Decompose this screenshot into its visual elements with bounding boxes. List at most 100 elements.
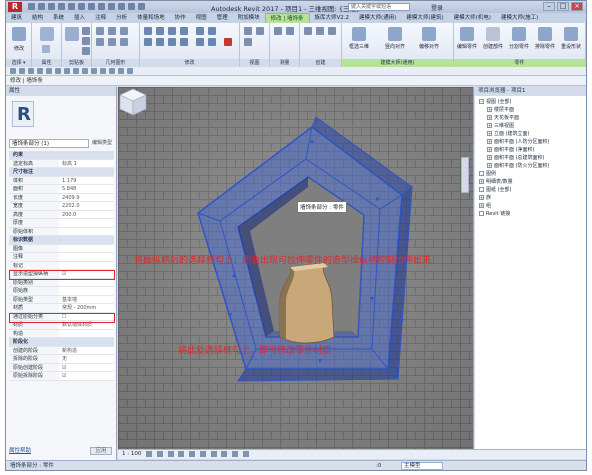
property-row[interactable]: 构造: [9, 329, 114, 338]
property-row[interactable]: 原始拆除阶段 ☑: [9, 372, 114, 381]
section-icon[interactable]: [108, 3, 115, 10]
property-value[interactable]: 2202.0: [59, 202, 114, 210]
text-icon[interactable]: [88, 3, 95, 10]
tab-massing[interactable]: 体量和场地: [132, 13, 170, 23]
property-row[interactable]: 注释: [9, 253, 114, 262]
align-icon[interactable]: [144, 27, 152, 35]
apply-button[interactable]: 应用: [90, 447, 112, 455]
detail-level-icon[interactable]: [146, 450, 153, 457]
show-crop-icon[interactable]: [210, 450, 217, 457]
redo-icon[interactable]: [58, 3, 65, 10]
vertical-align-icon[interactable]: [388, 27, 402, 41]
shadows-icon[interactable]: [178, 450, 185, 457]
property-value[interactable]: [59, 253, 114, 261]
property-value[interactable]: 常规 - 200mm: [59, 304, 114, 312]
mirror-icon[interactable]: [168, 27, 176, 35]
tab-modeling-construction[interactable]: 建模大师(施工): [496, 13, 543, 23]
box-3d-icon[interactable]: [352, 27, 366, 41]
match-icon[interactable]: [82, 47, 90, 55]
undo-icon[interactable]: [37, 68, 43, 74]
property-row[interactable]: 选定标高 标高 1: [9, 159, 114, 168]
trim-icon[interactable]: [180, 38, 188, 46]
save-icon[interactable]: [19, 68, 25, 74]
split-face-icon[interactable]: [96, 38, 104, 46]
switch-windows-icon[interactable]: [138, 3, 145, 10]
render-icon[interactable]: [189, 450, 196, 457]
cut-icon[interactable]: [82, 27, 90, 35]
property-row[interactable]: 原始族: [9, 287, 114, 296]
close-views-icon[interactable]: [128, 3, 135, 10]
property-value[interactable]: ☑: [59, 372, 114, 380]
property-row[interactable]: 原始类型 基本墙: [9, 295, 114, 304]
property-value[interactable]: 无: [59, 355, 114, 363]
save-icon[interactable]: [38, 3, 45, 10]
reset-shape-icon[interactable]: [564, 27, 578, 41]
scale-label[interactable]: 1 : 100: [122, 451, 141, 457]
tab-view[interactable]: 视图: [191, 13, 212, 23]
viewcube[interactable]: [118, 87, 148, 117]
open-icon[interactable]: [28, 3, 35, 10]
exclude-parts-icon[interactable]: [538, 27, 552, 41]
property-value[interactable]: 5.848: [59, 185, 114, 193]
sync-icon[interactable]: [28, 68, 34, 74]
active-workset-select[interactable]: 主模型: [401, 462, 443, 470]
property-value[interactable]: 2409.9: [59, 193, 114, 201]
property-row[interactable]: 厚度: [9, 219, 114, 228]
property-value[interactable]: [59, 329, 114, 337]
property-category[interactable]: 标识数据: [9, 236, 114, 245]
browser-item[interactable]: + 立面 (建筑立面): [487, 131, 530, 138]
property-row[interactable]: 面积 5.848: [9, 185, 114, 194]
browser-item[interactable]: + 面积平面 (总建筑面积): [487, 155, 545, 162]
browser-item[interactable]: + 族: [479, 195, 491, 202]
navigation-bar[interactable]: [461, 157, 469, 193]
undo-icon[interactable]: [48, 3, 55, 10]
property-value[interactable]: [59, 227, 114, 235]
tab-analyze[interactable]: 分析: [111, 13, 132, 23]
tab-architecture[interactable]: 建筑: [6, 13, 27, 23]
property-row[interactable]: 拆除的阶段 无: [9, 355, 114, 364]
dimension-icon[interactable]: [286, 27, 294, 35]
tree-toggle-icon[interactable]: [479, 187, 484, 192]
browser-item[interactable]: 图纸 (全部): [479, 187, 512, 194]
tab-modeling-general[interactable]: 建模大师(通用): [354, 13, 401, 23]
selected-parts-geometry[interactable]: [118, 87, 474, 449]
property-value[interactable]: 200.0: [59, 210, 114, 218]
3d-view-icon[interactable]: [98, 3, 105, 10]
create-group-icon[interactable]: [316, 27, 324, 35]
tab-modify-wall-sweep[interactable]: 修改 | 墙饰条: [264, 13, 310, 23]
redo-icon[interactable]: [46, 68, 52, 74]
properties-icon[interactable]: [40, 27, 54, 41]
type-properties-icon[interactable]: [42, 45, 50, 53]
vertical-align-label[interactable]: 竖向对齐: [380, 43, 410, 50]
tree-toggle-icon[interactable]: +: [479, 179, 484, 184]
maximize-button[interactable]: □: [557, 2, 569, 11]
property-row[interactable]: 高度 200.0: [9, 210, 114, 219]
close-hidden-icon[interactable]: [127, 68, 133, 74]
browser-item[interactable]: + 面积平面 (防火分区面积): [487, 163, 550, 170]
3d-viewport[interactable]: 墙饰条部分 : 零件 将操纵柄后的选择框勾上，即会出现可拉伸零件的造型操纵柄控制…: [118, 87, 474, 449]
tree-toggle-icon[interactable]: +: [487, 139, 492, 144]
sign-in-link[interactable]: 登录: [431, 3, 443, 12]
browser-item[interactable]: − 视图 (全部): [479, 99, 512, 106]
tab-modeling-mep[interactable]: 建模大师(机电): [449, 13, 496, 23]
cope-icon[interactable]: [96, 27, 104, 35]
close-button[interactable]: ×: [571, 2, 583, 11]
tree-toggle-icon[interactable]: [479, 211, 484, 216]
edit-type-button[interactable]: 编辑类型: [92, 139, 112, 146]
sun-path-icon[interactable]: [167, 450, 174, 457]
visual-style-icon[interactable]: [156, 450, 163, 457]
property-value[interactable]: [59, 287, 114, 295]
property-row[interactable]: 体积 1.179: [9, 176, 114, 185]
measure-icon[interactable]: [78, 3, 85, 10]
tree-toggle-icon[interactable]: +: [487, 107, 492, 112]
measure-icon[interactable]: [64, 68, 70, 74]
tree-toggle-icon[interactable]: +: [487, 131, 492, 136]
property-row[interactable]: 创建的阶段 新构造: [9, 346, 114, 355]
offset-align-icon[interactable]: [422, 27, 436, 41]
browser-item[interactable]: + 三维视图: [487, 123, 514, 130]
property-value[interactable]: 标高 1: [59, 159, 114, 167]
type-selector[interactable]: 墙饰条部分 (1): [9, 139, 89, 148]
split-icon[interactable]: [196, 27, 204, 35]
offset-icon[interactable]: [156, 27, 164, 35]
tree-toggle-icon[interactable]: +: [487, 115, 492, 120]
